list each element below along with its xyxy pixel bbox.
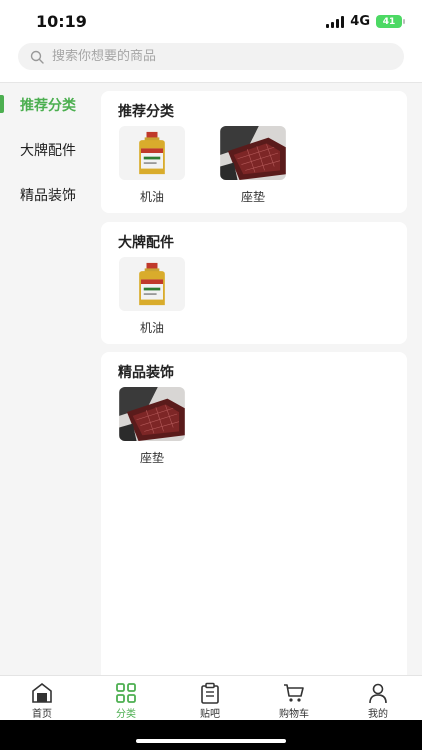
tab-label: 贴吧 [200, 709, 220, 720]
signal-icon [326, 15, 345, 28]
product-label: 机油 [139, 321, 164, 335]
clipboard-icon [201, 682, 219, 704]
cart-icon [284, 684, 304, 702]
tab-home[interactable]: 首页 [0, 676, 84, 721]
product-image [119, 126, 185, 180]
battery-icon: 41 [376, 15, 405, 28]
network-type: 4G [350, 14, 370, 29]
active-indicator [0, 95, 4, 113]
product-item[interactable]: 座垫 [118, 387, 186, 466]
product-image [220, 126, 286, 180]
search-box[interactable] [18, 43, 404, 70]
home-indicator-bar [0, 720, 422, 750]
product-label: 座垫 [139, 451, 164, 465]
product-label: 机油 [139, 190, 164, 204]
grid-icon [116, 683, 136, 703]
section-card-brand-parts: 大牌配件 机油 [101, 222, 407, 344]
product-item[interactable]: 机油 [118, 126, 186, 205]
user-icon [369, 683, 387, 704]
sidebar-item-recommended[interactable]: 推荐分类 [0, 83, 96, 127]
product-label: 座垫 [240, 190, 265, 204]
search-icon [30, 50, 44, 64]
product-item[interactable]: 机油 [118, 257, 186, 336]
tab-cart[interactable]: 购物车 [252, 676, 336, 721]
section-title: 精品装饰 [118, 365, 174, 381]
bottom-tab-bar: 首页 分类 贴吧 购物车 我的 [0, 675, 422, 720]
home-icon [32, 682, 52, 703]
product-item[interactable]: 座垫 [219, 126, 287, 205]
tab-label: 我的 [368, 709, 388, 720]
home-indicator[interactable] [136, 739, 286, 743]
sidebar-item-label: 精品装饰 [20, 188, 76, 204]
category-sidebar: 推荐分类 大牌配件 精品装饰 [0, 83, 96, 675]
sidebar-item-label: 推荐分类 [20, 98, 76, 114]
section-title: 大牌配件 [118, 235, 174, 251]
sidebar-item-label: 大牌配件 [20, 143, 76, 159]
tab-label: 购物车 [279, 709, 309, 720]
tab-label: 分类 [116, 709, 136, 720]
search-bar [0, 40, 422, 82]
section-card-decoration: 精品装饰 座垫 [101, 352, 407, 682]
search-input[interactable] [52, 49, 372, 64]
tab-label: 首页 [32, 709, 52, 720]
status-time: 10:19 [36, 12, 87, 31]
status-icons: 4G 41 [326, 14, 405, 29]
battery-level: 41 [382, 16, 396, 27]
product-image [119, 387, 185, 441]
tab-profile[interactable]: 我的 [336, 676, 420, 721]
tab-forum[interactable]: 贴吧 [168, 676, 252, 721]
sidebar-item-decoration[interactable]: 精品装饰 [0, 173, 96, 217]
sidebar-item-brand-parts[interactable]: 大牌配件 [0, 128, 96, 172]
section-title: 推荐分类 [118, 104, 174, 120]
tab-category[interactable]: 分类 [84, 676, 168, 721]
product-image [119, 257, 185, 311]
section-card-recommended: 推荐分类 机油 座垫 [101, 91, 407, 213]
status-bar: 10:19 4G 41 [0, 0, 422, 40]
